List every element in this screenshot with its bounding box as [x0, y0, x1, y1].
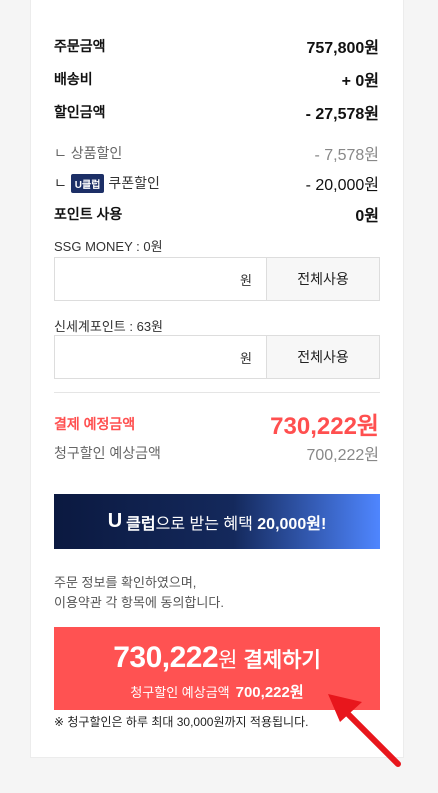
order-amount-row: 주문금액 757,800원	[54, 34, 379, 58]
notice-line-2: 이용약관 각 항목에 동의합니다.	[54, 595, 224, 610]
shipping-value: + 0원	[341, 73, 379, 90]
ssg-money-input[interactable]: 원	[54, 257, 266, 301]
expected-amount-value: 730,222원	[270, 413, 379, 440]
uclub-badge: U클럽	[70, 174, 105, 194]
red-arrow-icon	[328, 694, 401, 767]
pay-sub-value: 700,222원	[235, 684, 304, 701]
ssg-money-unit: 원	[240, 272, 252, 288]
point-use-value: 0원	[355, 208, 379, 225]
expected-amount-row: 결제 예정금액 730,222원	[54, 406, 379, 441]
product-discount-value: - 7,578원	[314, 147, 379, 164]
coupon-prefix: ㄴ	[54, 174, 67, 191]
uclub-benefit-banner[interactable]: U 클럽 으로 받는 혜택 20,000원!	[54, 494, 380, 549]
coupon-discount-row: ㄴ U클럽 쿠폰할인 - 20,000원	[54, 171, 379, 195]
notice-line-1: 주문 정보를 확인하였으며,	[54, 575, 197, 590]
point-use-row: 포인트 사용 0원	[54, 202, 379, 226]
footnote: ※ 청구할인은 하루 최대 30,000원까지 적용됩니다.	[54, 715, 309, 729]
order-amount-label: 주문금액	[54, 38, 106, 54]
product-discount-row: ㄴ 상품할인 - 7,578원	[54, 141, 379, 165]
shinsegae-point-input[interactable]: 원	[54, 335, 266, 379]
shinsegae-point-input-row: 원 전체사용	[54, 335, 380, 379]
discount-value: - 27,578원	[305, 106, 379, 123]
divider	[54, 392, 380, 393]
uclub-logo-letter: U	[107, 510, 123, 532]
shipping-row: 배송비 + 0원	[54, 67, 379, 91]
expected-amount-label: 결제 예정금액	[54, 415, 136, 432]
shinsegae-point-unit: 원	[240, 350, 252, 366]
claim-discount-value: 700,222원	[306, 447, 379, 464]
ssg-money-use-all-button[interactable]: 전체사용	[266, 257, 380, 301]
banner-amount: 20,000원!	[257, 515, 327, 533]
discount-label: 할인금액	[54, 104, 106, 120]
shinsegae-point-label: 신세계포인트 : 63원	[54, 319, 164, 334]
coupon-discount-value: - 20,000원	[305, 177, 379, 194]
coupon-discount-label: 쿠폰할인	[108, 174, 160, 191]
shipping-label: 배송비	[54, 71, 93, 87]
claim-discount-row: 청구할인 예상금액 700,222원	[54, 441, 379, 465]
product-discount-label: ㄴ 상품할인	[54, 145, 123, 161]
claim-discount-label: 청구할인 예상금액	[54, 445, 161, 461]
banner-club: 클럽	[126, 515, 156, 533]
banner-text: 으로 받는 혜택	[155, 515, 258, 533]
ssg-money-label: SSG MONEY : 0원	[54, 239, 163, 254]
pay-won: 원	[218, 649, 238, 672]
order-amount-value: 757,800원	[306, 40, 379, 57]
shinsegae-point-use-all-button[interactable]: 전체사용	[266, 335, 380, 379]
ssg-money-input-row: 원 전체사용	[54, 257, 380, 301]
agreement-notice: 주문 정보를 확인하였으며, 이용약관 각 항목에 동의합니다.	[54, 573, 224, 613]
point-use-label: 포인트 사용	[54, 206, 123, 222]
pay-amount: 730,222	[113, 641, 219, 674]
pay-action: 결제하기	[243, 649, 321, 672]
pay-sub-label: 청구할인 예상금액	[130, 685, 230, 700]
discount-row: 할인금액 - 27,578원	[54, 100, 379, 124]
